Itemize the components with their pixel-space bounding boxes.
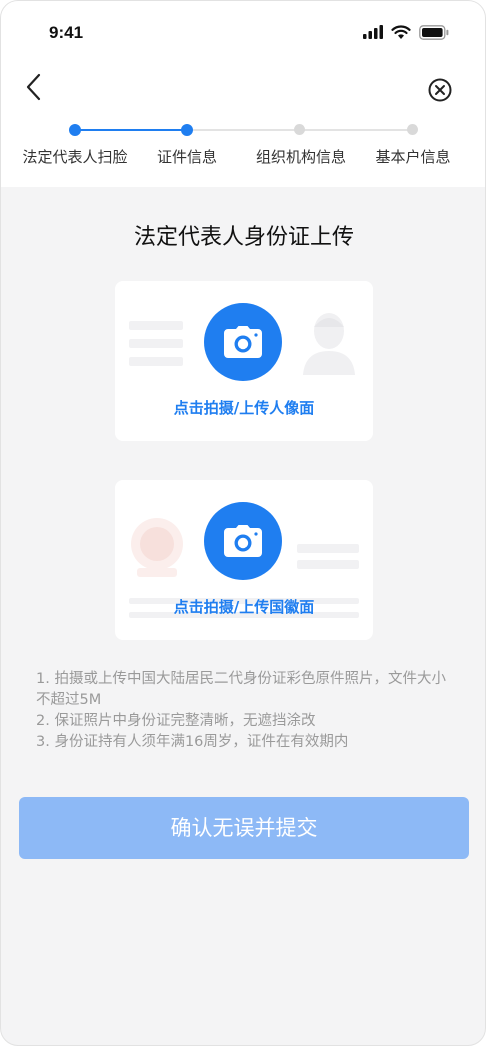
- submit-button[interactable]: 确认无误并提交: [19, 797, 469, 859]
- step-label-id[interactable]: 证件信息: [147, 146, 227, 167]
- chevron-left-icon: [26, 73, 41, 101]
- note-item: 2. 保证照片中身份证完整清晰，无遮挡涂改: [36, 713, 316, 729]
- portrait-placeholder-icon: [303, 313, 355, 375]
- battery-icon: [419, 24, 449, 40]
- card-placeholder-line: [129, 357, 183, 366]
- step-label-org[interactable]: 组织机构信息: [249, 146, 353, 167]
- step-line-done: [75, 129, 187, 131]
- status-time: 9:41: [49, 23, 84, 42]
- step-dot-3: [294, 124, 305, 135]
- portrait-camera-button[interactable]: [204, 303, 282, 381]
- portrait-upload-label: 点击拍摄/上传人像面: [173, 399, 315, 417]
- step-dot-1: [69, 124, 81, 136]
- camera-icon: [224, 525, 262, 557]
- step-dot-2: [181, 124, 193, 136]
- upload-notes: 1. 拍摄或上传中国大陆居民二代身份证彩色原件照片，文件大小不超过5M 2. 保…: [36, 669, 456, 753]
- close-button[interactable]: [425, 75, 455, 105]
- header: 9:41 法定代表人扫脸 证件信息 组织机构信息 基本户信息: [1, 1, 485, 187]
- phone-screen: 9:41 法定代表人扫脸 证件信息 组织机构信息 基本户信息 法定代表人身份证上…: [0, 0, 486, 1046]
- camera-icon: [224, 326, 262, 358]
- step-label-account[interactable]: 基本户信息: [371, 146, 455, 167]
- close-circle-icon: [428, 78, 452, 102]
- card-placeholder-line: [297, 560, 359, 569]
- step-dot-4: [407, 124, 418, 135]
- portrait-upload-card[interactable]: 点击拍摄/上传人像面: [115, 281, 373, 441]
- card-placeholder-line: [129, 339, 183, 348]
- note-item: 3. 身份证持有人须年满16周岁，证件在有效期内: [36, 734, 349, 750]
- emblem-camera-button[interactable]: [204, 502, 282, 580]
- card-placeholder-line: [129, 321, 183, 330]
- signal-icon: [363, 25, 383, 39]
- page-title: 法定代表人身份证上传: [133, 225, 354, 250]
- emblem-placeholder-icon: [131, 518, 183, 577]
- emblem-upload-card[interactable]: 点击拍摄/上传国徽面: [115, 480, 373, 640]
- status-icons: [363, 23, 449, 41]
- wifi-icon: [391, 24, 411, 39]
- card-placeholder-line: [297, 544, 359, 553]
- step-label-face[interactable]: 法定代表人扫脸: [21, 146, 129, 167]
- emblem-upload-label: 点击拍摄/上传国徽面: [173, 598, 315, 616]
- note-item: 1. 拍摄或上传中国大陆居民二代身份证彩色原件照片，文件大小不超过5M: [36, 671, 446, 708]
- back-button[interactable]: [19, 71, 51, 103]
